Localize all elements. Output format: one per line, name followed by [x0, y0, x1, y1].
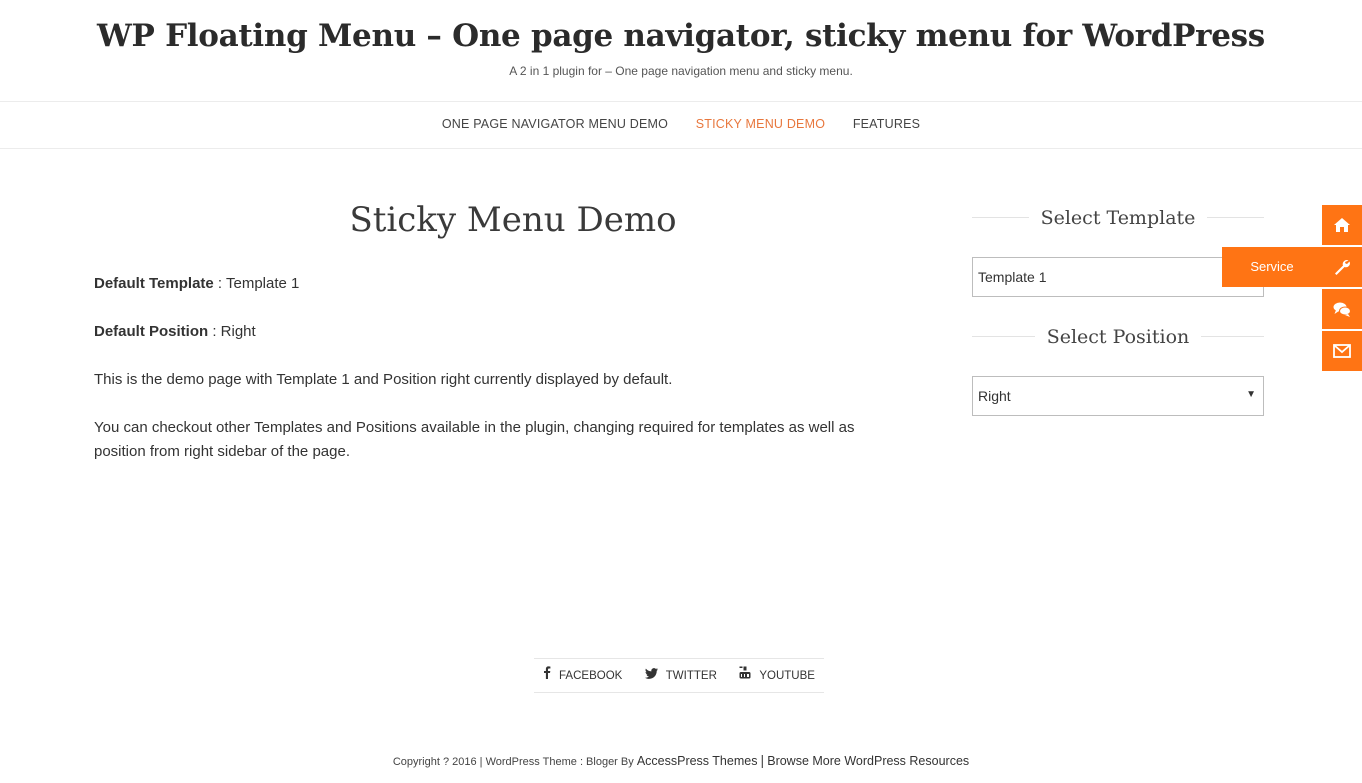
site-description: A 2 in 1 plugin for – One page navigatio… — [509, 64, 853, 78]
template-select-value: Template 1 — [978, 269, 1047, 285]
position-select[interactable]: Right ▼ — [972, 376, 1264, 416]
facebook-icon — [543, 659, 551, 693]
facebook-link[interactable]: FACEBOOK — [543, 659, 622, 693]
youtube-label: YOUTUBE — [759, 670, 815, 683]
select-position-widget: Select Position Right ▼ — [972, 319, 1264, 416]
select-template-widget: Select Template Template 1 — [972, 200, 1264, 297]
site-header: WP Floating Menu – One page navigator, s… — [0, 0, 1362, 102]
position-select-value: Right — [978, 388, 1011, 404]
copyright-text: Copyright ? 2016 | WordPress Theme : Blo… — [392, 756, 637, 768]
nav-item-sticky-menu[interactable]: STICKY MENU DEMO — [696, 117, 825, 131]
sidebar: Select Template Template 1 Select Positi… — [972, 200, 1264, 416]
social-links: FACEBOOK TWITTER YOUTUBE — [534, 658, 824, 693]
envelope-icon — [1333, 344, 1351, 358]
floating-menu-home[interactable] — [1322, 205, 1362, 245]
checkout-description: You can checkout other Templates and Pos… — [94, 419, 855, 460]
twitter-link[interactable]: TWITTER — [644, 659, 717, 693]
default-position-text: Default Position : Right — [94, 320, 894, 344]
select-position-title: Select Position — [1034, 326, 1202, 348]
select-template-title: Select Template — [1028, 207, 1208, 229]
default-position-value: : Right — [208, 323, 256, 340]
comments-icon — [1333, 302, 1351, 317]
template-select[interactable]: Template 1 — [972, 257, 1264, 297]
floating-menu-email[interactable] — [1322, 331, 1362, 371]
floating-menu-service-label: Service — [1250, 259, 1294, 274]
wrench-icon — [1335, 260, 1350, 275]
twitter-icon — [644, 659, 658, 693]
floating-menu-chat[interactable] — [1322, 289, 1362, 329]
chevron-down-icon: ▼ — [1246, 389, 1256, 400]
site-title[interactable]: WP Floating Menu – One page navigator, s… — [0, 18, 1362, 54]
page-title: Sticky Menu Demo — [349, 200, 677, 240]
youtube-link[interactable]: YOUTUBE — [739, 659, 815, 693]
browse-resources-link[interactable]: Browse More WordPress Resources — [767, 754, 969, 768]
default-template-label: Default Template — [94, 275, 214, 292]
default-template-text: Default Template : Template 1 — [94, 272, 894, 296]
nav-item-features[interactable]: FEATURES — [853, 117, 920, 131]
default-position-label: Default Position — [94, 323, 209, 340]
twitter-label: TWITTER — [665, 670, 717, 683]
footer-separator: | — [760, 752, 765, 768]
demo-description: This is the demo page with Template 1 an… — [94, 371, 673, 388]
youtube-icon — [739, 659, 751, 693]
widget-title: Select Template — [972, 200, 1264, 236]
home-icon — [1334, 218, 1350, 232]
main-content: Sticky Menu Demo Default Template : Temp… — [94, 200, 936, 464]
widget-title: Select Position — [972, 319, 1264, 355]
nav-item-one-page-navigator[interactable]: ONE PAGE NAVIGATOR MENU DEMO — [442, 117, 668, 131]
site-footer: Copyright ? 2016 | WordPress Theme : Blo… — [0, 752, 1362, 768]
default-template-value: : Template 1 — [213, 275, 300, 292]
accesspress-themes-link[interactable]: AccessPress Themes — [637, 754, 758, 768]
main-navigation: ONE PAGE NAVIGATOR MENU DEMO STICKY MENU… — [0, 102, 1362, 149]
floating-menu-service[interactable]: Service — [1222, 247, 1362, 287]
facebook-label: FACEBOOK — [559, 670, 623, 683]
